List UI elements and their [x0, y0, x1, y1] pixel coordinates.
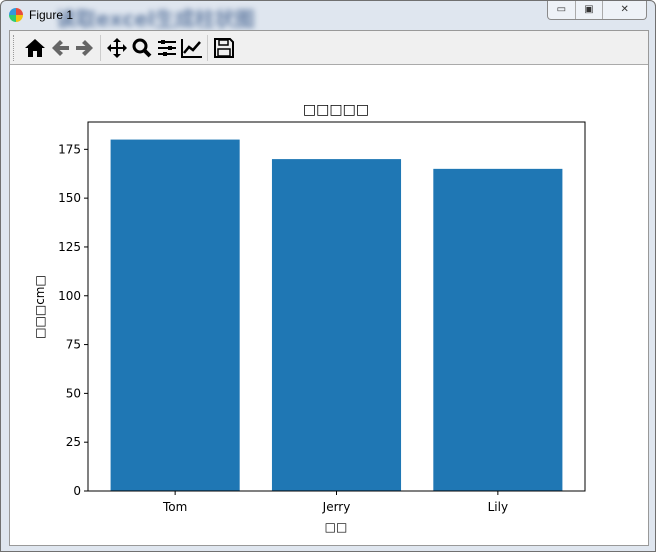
window-title: Figure 1: [29, 8, 74, 22]
x-tick-label: Lily: [488, 500, 508, 514]
y-tick-label: 175: [58, 142, 81, 156]
home-icon[interactable]: [22, 34, 47, 62]
back-arrow-icon[interactable]: [47, 34, 72, 62]
y-axis-label: □□□cm□: [33, 275, 47, 339]
x-tick-label: Tom: [162, 500, 187, 514]
y-tick-label: 0: [73, 484, 81, 498]
zoom-magnifier-icon[interactable]: [129, 34, 154, 62]
bar-chart: Tom Jerry Lily 0 25 50 75 100 125 150 175 □□□□□ □□…: [33, 102, 586, 534]
y-tick-label: 100: [58, 289, 81, 303]
y-tick-label: 150: [58, 191, 81, 205]
minimize-button[interactable]: ▭: [548, 1, 576, 19]
title-bar: 读取excel生成柱状图 Figure 1 ▭ ▣ ✕: [1, 1, 655, 31]
save-floppy-icon[interactable]: [211, 34, 236, 62]
chart-title: □□□□□: [303, 102, 369, 118]
y-tick-label: 25: [66, 435, 81, 449]
maximize-button[interactable]: ▣: [576, 1, 604, 19]
pan-move-icon[interactable]: [104, 34, 129, 62]
bar-jerry: [271, 159, 402, 491]
close-button[interactable]: ✕: [603, 1, 646, 19]
blurred-background-title: 读取excel生成柱状图: [56, 7, 255, 31]
bar-lily: [433, 168, 563, 491]
configure-subplots-icon[interactable]: [154, 34, 179, 62]
matplotlib-app-icon: [9, 8, 23, 22]
navigation-toolbar: [10, 31, 648, 65]
x-tick-label: Jerry: [322, 500, 351, 514]
y-tick-label: 75: [66, 338, 81, 352]
y-tick-label: 50: [66, 386, 81, 400]
bar-tom: [110, 139, 240, 492]
toolbar-separator: [207, 34, 208, 61]
edit-axis-icon[interactable]: [179, 34, 204, 62]
y-tick-label: 125: [58, 240, 81, 254]
forward-arrow-icon[interactable]: [72, 34, 97, 62]
toolbar-separator: [100, 34, 101, 61]
x-axis-label: □□: [325, 520, 348, 534]
toolbar-grip[interactable]: [13, 35, 15, 61]
